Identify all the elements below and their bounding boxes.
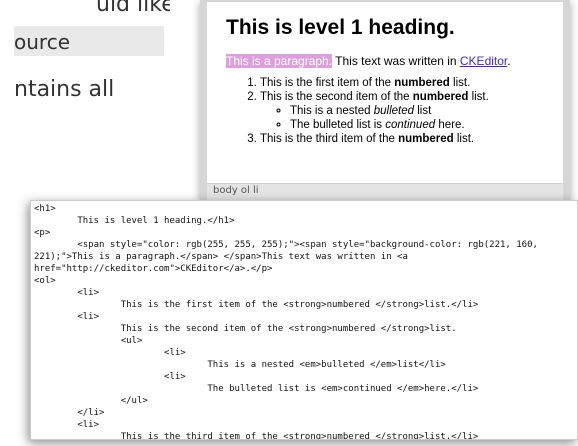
source-button[interactable]: ource	[14, 26, 164, 56]
list-item: The bulleted list is continued here.	[290, 118, 563, 132]
background-text-line: ntains all	[14, 77, 115, 102]
paragraph-text: This text was written in	[332, 54, 460, 68]
element-path[interactable]: body ol li	[213, 185, 259, 196]
editor-paragraph: This is a paragraph. This text was writt…	[226, 54, 563, 68]
list-item: This is the second item of the numbered …	[260, 90, 563, 132]
list-item: This is a nested bulleted list	[290, 104, 563, 118]
bulleted-list: This is a nested bulleted list The bulle…	[260, 104, 563, 132]
background-text-line: uld like to	[96, 0, 170, 17]
highlighted-text: This is a paragraph.	[226, 54, 333, 68]
element-path-bar: body ol li	[207, 183, 563, 200]
paragraph-end: .	[507, 54, 511, 68]
ckeditor-link[interactable]: CKEditor	[460, 54, 507, 68]
list-item: This is the third item of the numbered l…	[260, 132, 563, 146]
editor-content[interactable]: This is level 1 heading. This is a parag…	[207, 2, 563, 200]
source-code-window[interactable]: <h1> This is level 1 heading.</h1> <p> <…	[30, 200, 578, 440]
source-code[interactable]: <h1> This is level 1 heading.</h1> <p> <…	[31, 201, 577, 439]
editor-heading: This is level 1 heading.	[226, 16, 455, 39]
numbered-list: This is the first item of the numbered l…	[226, 76, 563, 146]
source-button-label: ource	[14, 30, 70, 54]
list-item: This is the first item of the numbered l…	[260, 76, 563, 90]
background-document: uld like to ource ntains all	[0, 0, 170, 180]
editor-preview-panel: This is level 1 heading. This is a parag…	[200, 0, 570, 200]
